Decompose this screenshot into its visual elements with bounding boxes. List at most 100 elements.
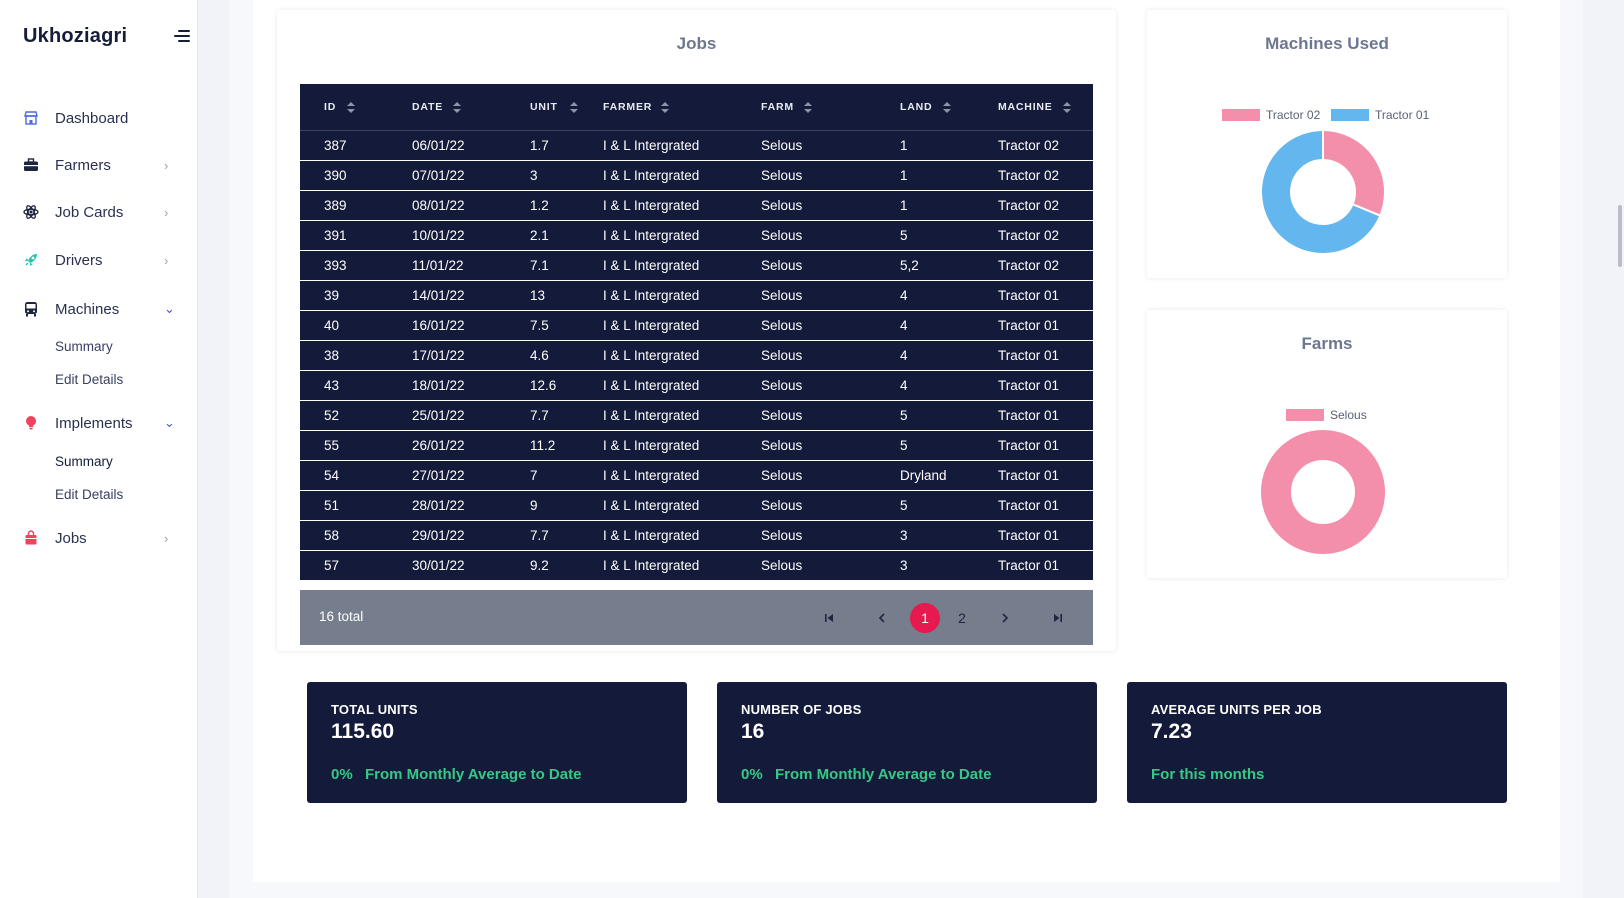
brand-logo-text: Ukhoziagri bbox=[23, 25, 128, 47]
cell-land: 4 bbox=[900, 318, 908, 333]
table-row[interactable]: 39 14/01/22 13 I & L Intergrated Selous 4 Trac… bbox=[300, 281, 1093, 311]
legend-swatch-tractor-01 bbox=[1331, 109, 1369, 121]
column-header-machine[interactable]: MACHINE bbox=[998, 84, 1053, 131]
legend-label-tractor-01[interactable]: Tractor 01 bbox=[1375, 108, 1429, 122]
bus-icon bbox=[22, 300, 40, 318]
table-row[interactable]: 40 16/01/22 7.5 I & L Intergrated Selous 4 Tra… bbox=[300, 311, 1093, 341]
page-button-2[interactable]: 2 bbox=[947, 603, 977, 633]
cell-date: 06/01/22 bbox=[412, 138, 465, 153]
sidebar-item-jobs[interactable]: Jobs › bbox=[0, 520, 198, 556]
column-header-unit[interactable]: UNIT bbox=[530, 84, 558, 131]
cell-unit: 7.7 bbox=[530, 408, 549, 423]
scrollbar-thumb[interactable] bbox=[1618, 205, 1622, 267]
cell-unit: 7 bbox=[530, 468, 538, 483]
table-row[interactable]: 57 30/01/22 9.2 I & L Intergrated Selous 3 Tra… bbox=[300, 551, 1093, 581]
sort-icon[interactable] bbox=[453, 102, 461, 114]
cell-farmer: I & L Intergrated bbox=[603, 378, 700, 393]
cell-farmer: I & L Intergrated bbox=[603, 438, 700, 453]
table-row[interactable]: 389 08/01/22 1.2 I & L Intergrated Selous 1 Tr… bbox=[300, 191, 1093, 221]
sort-icon[interactable] bbox=[943, 102, 951, 114]
stat-label: NUMBER OF JOBS bbox=[741, 702, 862, 717]
table-row[interactable]: 38 17/01/22 4.6 I & L Intergrated Selous 4 Tra… bbox=[300, 341, 1093, 371]
stat-percent: 0% bbox=[741, 766, 763, 783]
table-row[interactable]: 58 29/01/22 7.7 I & L Intergrated Selous 3 Tra… bbox=[300, 521, 1093, 551]
cell-farm: Selous bbox=[761, 468, 803, 483]
machines-chart-title: Machines Used bbox=[1265, 34, 1389, 53]
chevron-right-icon: › bbox=[164, 252, 169, 268]
cell-date: 29/01/22 bbox=[412, 528, 465, 543]
sort-icon[interactable] bbox=[570, 102, 578, 114]
cell-machine: Tractor 01 bbox=[998, 348, 1060, 363]
sidebar-item-dashboard[interactable]: Dashboard bbox=[0, 100, 198, 136]
table-row[interactable]: 393 11/01/22 7.1 I & L Intergrated Selous 5,2… bbox=[300, 251, 1093, 281]
table-row[interactable]: 387 06/01/22 1.7 I & L Intergrated Selous 1 Tr… bbox=[300, 131, 1093, 161]
sidebar-item-drivers[interactable]: Drivers › bbox=[0, 242, 198, 278]
cell-land: 1 bbox=[900, 138, 908, 153]
cell-date: 17/01/22 bbox=[412, 348, 465, 363]
last-page-button[interactable] bbox=[1043, 603, 1073, 633]
rocket-icon bbox=[22, 251, 40, 269]
sort-icon[interactable] bbox=[347, 102, 355, 114]
column-header-id[interactable]: ID bbox=[324, 84, 336, 131]
cell-machine: Tractor 01 bbox=[998, 468, 1060, 483]
donut-slice-tractor-02[interactable] bbox=[1322, 130, 1385, 218]
cell-farm: Selous bbox=[761, 318, 803, 333]
cell-machine: Tractor 01 bbox=[998, 288, 1060, 303]
cell-machine: Tractor 01 bbox=[998, 378, 1060, 393]
sort-icon[interactable] bbox=[1063, 102, 1071, 114]
cell-id: 39 bbox=[324, 288, 340, 303]
prev-page-button[interactable] bbox=[867, 603, 897, 633]
sidebar-item-implements[interactable]: Implements ⌄ bbox=[0, 405, 198, 441]
cell-farmer: I & L Intergrated bbox=[603, 258, 700, 273]
bulb-icon bbox=[22, 414, 40, 432]
cell-unit: 11.2 bbox=[530, 438, 556, 453]
stat-label: AVERAGE UNITS PER JOB bbox=[1151, 702, 1322, 717]
column-header-farmer[interactable]: FARMER bbox=[603, 84, 652, 131]
column-header-farm[interactable]: FARM bbox=[761, 84, 794, 131]
chevron-down-icon: ⌄ bbox=[164, 415, 175, 430]
cell-farmer: I & L Intergrated bbox=[603, 318, 700, 333]
sidebar-subitem-machines-edit-details[interactable]: Edit Details bbox=[55, 372, 123, 387]
column-header-date[interactable]: DATE bbox=[412, 84, 443, 131]
cell-land: Dryland bbox=[900, 468, 947, 483]
sidebar-subitem-implements-edit-details[interactable]: Edit Details bbox=[55, 487, 123, 502]
sort-icon[interactable] bbox=[804, 102, 812, 114]
page-button-1[interactable]: 1 bbox=[910, 603, 940, 633]
table-row[interactable]: 51 28/01/22 9 I & L Intergrated Selous 5 Tract… bbox=[300, 491, 1093, 521]
machines-used-card: Machines Used Tractor 02 Tractor 01 bbox=[1147, 10, 1507, 278]
table-row[interactable]: 52 25/01/22 7.7 I & L Intergrated Selous 5 Tra… bbox=[300, 401, 1093, 431]
sidebar-item-job-cards[interactable]: Job Cards › bbox=[0, 194, 198, 230]
column-header-land[interactable]: LAND bbox=[900, 84, 932, 131]
sidebar-item-label: Drivers bbox=[55, 251, 103, 269]
next-page-button[interactable] bbox=[990, 603, 1020, 633]
sidebar-subitem-implements-summary[interactable]: Summary bbox=[55, 454, 113, 469]
cell-farm: Selous bbox=[761, 258, 803, 273]
cell-date: 30/01/22 bbox=[412, 558, 465, 573]
cell-id: 389 bbox=[324, 198, 347, 213]
stat-value: 16 bbox=[741, 720, 765, 743]
sidebar-item-machines[interactable]: Machines ⌄ bbox=[0, 291, 198, 327]
menu-toggle-icon[interactable] bbox=[174, 30, 194, 46]
cell-machine: Tractor 02 bbox=[998, 138, 1060, 153]
cell-machine: Tractor 02 bbox=[998, 168, 1060, 183]
table-row[interactable]: 43 18/01/22 12.6 I & L Intergrated Selous 4 Tr… bbox=[300, 371, 1093, 401]
cell-id: 393 bbox=[324, 258, 347, 273]
table-row[interactable]: 54 27/01/22 7 I & L Intergrated Selous Drylan… bbox=[300, 461, 1093, 491]
stat-percent: 0% bbox=[331, 766, 353, 783]
sort-icon[interactable] bbox=[661, 102, 669, 114]
table-row[interactable]: 390 07/01/22 3 I & L Intergrated Selous 1 Trac… bbox=[300, 161, 1093, 191]
donut-slice-selous[interactable] bbox=[1261, 430, 1385, 554]
legend-label-selous[interactable]: Selous bbox=[1330, 408, 1367, 422]
table-row[interactable]: 55 26/01/22 11.2 I & L Intergrated Selous 5 Tr… bbox=[300, 431, 1093, 461]
first-page-button[interactable] bbox=[814, 603, 844, 633]
cell-land: 5 bbox=[900, 438, 908, 453]
sidebar-item-farmers[interactable]: Farmers › bbox=[0, 147, 198, 183]
legend-label-tractor-02[interactable]: Tractor 02 bbox=[1266, 108, 1320, 122]
cell-id: 58 bbox=[324, 528, 340, 543]
sidebar-subitem-machines-summary[interactable]: Summary bbox=[55, 339, 113, 354]
cell-unit: 12.6 bbox=[530, 378, 557, 393]
sidebar: Ukhoziagri Dashboard Farmers › Job Cards… bbox=[0, 0, 198, 898]
sidebar-item-label: Machines bbox=[55, 300, 120, 318]
cell-date: 14/01/22 bbox=[412, 288, 465, 303]
table-row[interactable]: 391 10/01/22 2.1 I & L Intergrated Selous 5 Tr… bbox=[300, 221, 1093, 251]
